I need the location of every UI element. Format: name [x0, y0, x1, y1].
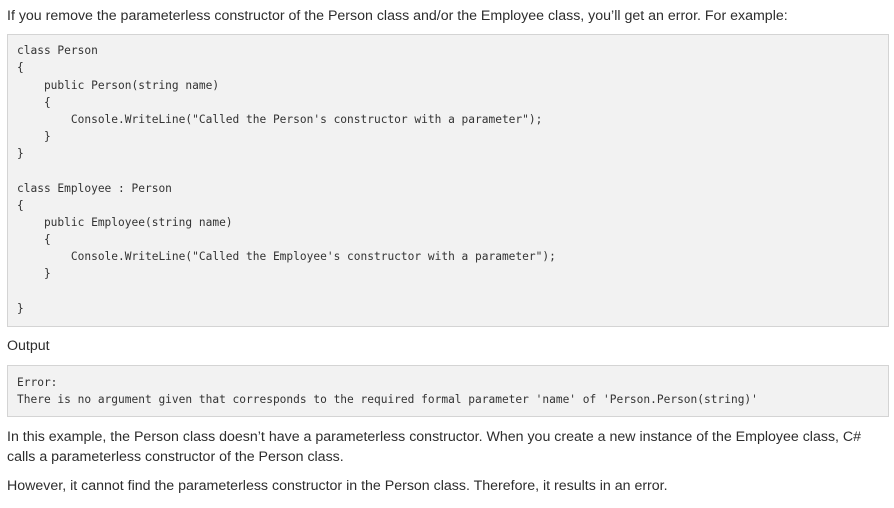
explanation-paragraph: In this example, the Person class doesn’…: [7, 429, 862, 465]
code-line: {: [17, 199, 24, 212]
output-line: There is no argument given that correspo…: [17, 393, 758, 406]
code-line: Console.WriteLine("Called the Person's c…: [17, 113, 543, 126]
code-line: }: [17, 130, 51, 143]
code-block-output: Error: There is no argument given that c…: [7, 365, 889, 417]
code-line: }: [17, 147, 24, 160]
output-heading: Output: [7, 338, 50, 354]
code-line: public Employee(string name): [17, 216, 233, 229]
code-line: class Person: [17, 44, 98, 57]
code-line: }: [17, 302, 24, 315]
code-line: {: [17, 233, 51, 246]
code-line: class Employee : Person: [17, 182, 172, 195]
code-line: public Person(string name): [17, 79, 220, 92]
code-line: Console.WriteLine("Called the Employee's…: [17, 250, 556, 263]
explanation-paragraph: However, it cannot find the parameterles…: [7, 478, 668, 494]
code-line: {: [17, 61, 24, 74]
intro-paragraph: If you remove the parameterless construc…: [7, 8, 788, 24]
code-line: {: [17, 96, 51, 109]
code-block-example: class Person { public Person(string name…: [7, 34, 889, 327]
code-line: }: [17, 267, 51, 280]
output-line: Error:: [17, 376, 58, 389]
